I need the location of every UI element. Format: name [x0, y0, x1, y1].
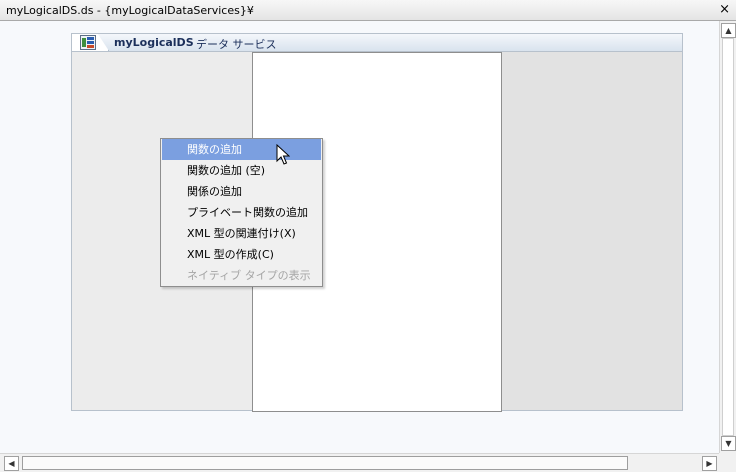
horizontal-scrollbar[interactable]: ◀ ▶ [0, 453, 719, 472]
scroll-left-icon[interactable]: ◀ [4, 456, 19, 471]
title-bar: myLogicalDS.ds - {myLogicalDataServices}… [0, 0, 736, 21]
close-icon[interactable]: × [719, 2, 730, 17]
context-menu: 関数の追加 関数の追加 (空) 関係の追加 プライベート関数の追加 XML 型の… [160, 138, 323, 287]
data-service-type-label: データ サービス [196, 38, 277, 51]
right-pane[interactable] [502, 52, 682, 410]
window-title: myLogicalDS.ds - {myLogicalDataServices}… [6, 4, 254, 17]
menu-item-show-native-type: ネイティブ タイプの表示 [187, 269, 311, 282]
horizontal-scroll-thumb[interactable] [22, 456, 628, 470]
scrollbar-corner [719, 453, 736, 472]
menu-item-associate-xml-type[interactable]: XML 型の関連付け(X) [162, 223, 321, 244]
scroll-down-icon[interactable]: ▼ [721, 436, 736, 451]
scroll-up-icon[interactable]: ▲ [721, 23, 736, 38]
menu-item-add-relationship[interactable]: 関係の追加 [162, 181, 321, 202]
scroll-right-icon[interactable]: ▶ [702, 456, 717, 471]
menu-item-create-xml-type[interactable]: XML 型の作成(C) [162, 244, 321, 265]
menu-item-add-private-function[interactable]: プライベート関数の追加 [162, 202, 321, 223]
designer-header: myLogicalDS データ サービス [72, 34, 682, 52]
mouse-pointer-icon [276, 144, 290, 165]
data-service-icon [80, 35, 96, 50]
design-canvas[interactable]: myLogicalDS データ サービス [0, 21, 719, 453]
vertical-scrollbar[interactable]: ▲ ▼ [719, 21, 736, 453]
vertical-scroll-thumb[interactable] [722, 38, 734, 436]
menu-item-add-function[interactable]: 関数の追加 [162, 139, 321, 160]
menu-item-add-empty-function[interactable]: 関数の追加 (空) [162, 160, 321, 181]
data-service-name: myLogicalDS [114, 36, 194, 49]
